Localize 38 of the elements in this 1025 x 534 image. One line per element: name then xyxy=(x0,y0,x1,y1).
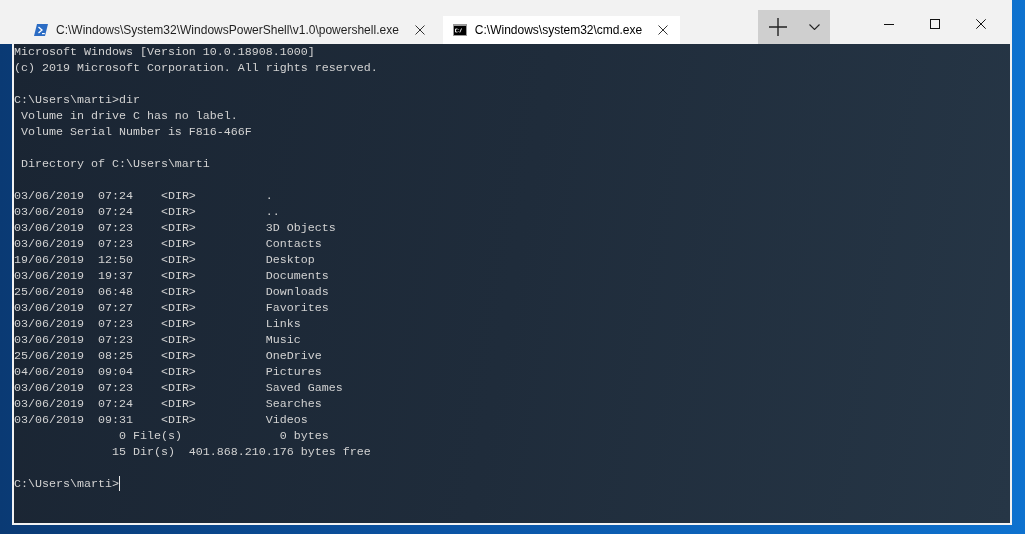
close-icon[interactable] xyxy=(414,25,425,35)
tab[interactable]: C:\Windows\System32\WindowsPowerShell\v1.0\powershell.exe xyxy=(24,16,437,44)
terminal-output-line: 19/06/2019 12:50 <DIR> Desktop xyxy=(14,252,315,268)
terminal-output-line: C:\Users\marti>dir xyxy=(14,92,140,108)
terminal-output-line: 03/06/2019 07:23 <DIR> Saved Games xyxy=(14,380,343,396)
terminal-output-line: Volume in drive C has no label. xyxy=(21,108,238,124)
terminal-output-line: 03/06/2019 07:24 <DIR> . xyxy=(14,188,273,204)
close-icon[interactable] xyxy=(658,25,669,35)
terminal-output-line: 03/06/2019 09:31 <DIR> Videos xyxy=(14,412,308,428)
terminal-output-line: 03/06/2019 19:37 <DIR> Documents xyxy=(14,268,329,284)
terminal-output-line: 03/06/2019 07:27 <DIR> Favorites xyxy=(14,300,329,316)
console-icon xyxy=(452,24,467,36)
terminal-output-line: 04/06/2019 09:04 <DIR> Pictures xyxy=(14,364,322,380)
terminal-output-line: 0 File(s) 0 bytes xyxy=(118,428,329,444)
terminal-output-line: 25/06/2019 06:48 <DIR> Downloads xyxy=(14,284,329,300)
terminal-output-line: 03/06/2019 07:23 <DIR> 3D Objects xyxy=(14,220,336,236)
maximize-icon xyxy=(930,19,940,29)
minimize-icon xyxy=(884,23,894,25)
terminal-output-line: 15 Dir(s) 401.868.210.176 bytes free xyxy=(111,444,371,460)
tab[interactable]: C:\Windows\system32\cmd.exe xyxy=(442,16,681,44)
plus-icon xyxy=(769,18,788,36)
terminal-output-line: (c) 2019 Microsoft Corporation. All rights reserved. xyxy=(14,60,378,76)
terminal-output-line: Microsoft Windows [Version 10.0.18908.1000] xyxy=(14,44,315,60)
new-tab-button[interactable] xyxy=(758,10,799,44)
terminal-output-line: 03/06/2019 07:23 <DIR> Contacts xyxy=(14,236,322,252)
terminal-output-line: 03/06/2019 07:23 <DIR> Links xyxy=(14,316,301,332)
command-prompt: C:\Users\marti> xyxy=(14,476,119,492)
terminal-output-line: 03/06/2019 07:24 <DIR> Searches xyxy=(14,396,322,412)
text-cursor-icon xyxy=(118,476,120,491)
dropdown-button[interactable] xyxy=(798,10,831,44)
shell-prompt-icon xyxy=(34,24,48,36)
terminal-output-line: 03/06/2019 07:23 <DIR> Music xyxy=(14,332,301,348)
terminal-output-line: 25/06/2019 08:25 <DIR> OneDrive xyxy=(14,348,322,364)
caret-icon xyxy=(808,24,820,30)
terminal-output-line: Volume Serial Number is F816-466F xyxy=(21,124,252,140)
close-icon xyxy=(976,19,986,29)
terminal-output-line: Directory of C:\Users\marti xyxy=(21,156,210,172)
terminal-output-line: 03/06/2019 07:24 <DIR> .. xyxy=(14,204,280,220)
